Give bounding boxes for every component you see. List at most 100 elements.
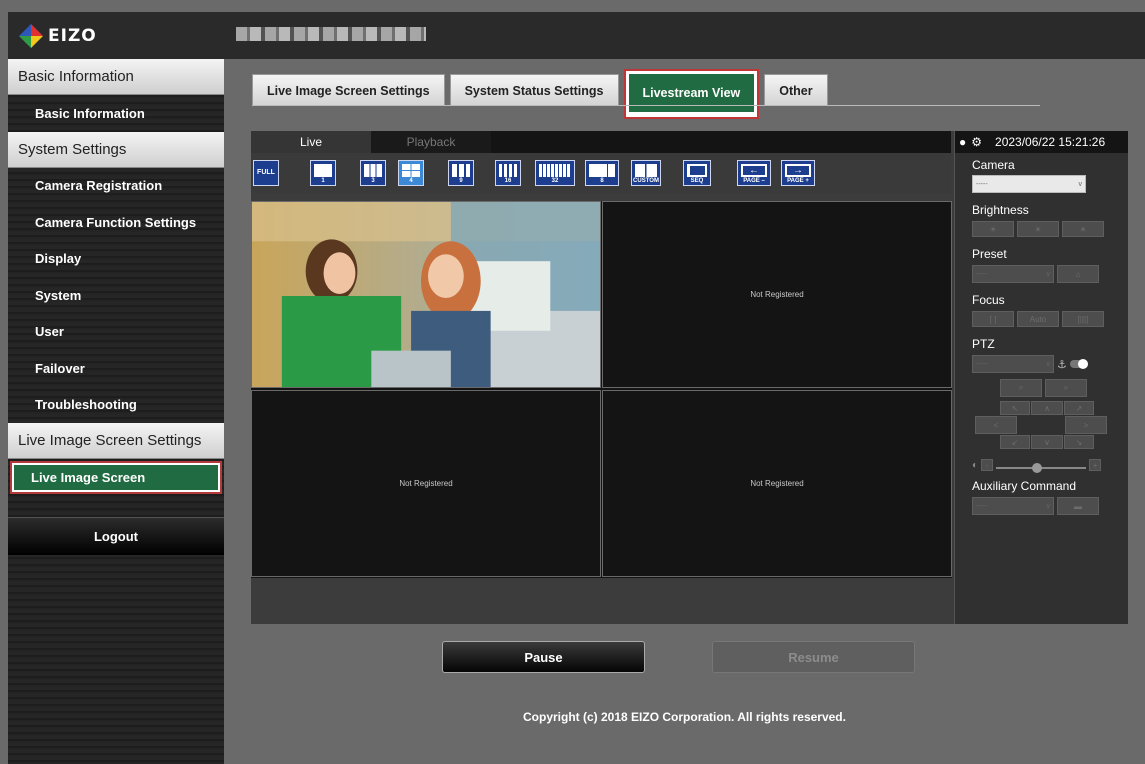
tab-system-status-settings[interactable]: System Status Settings [449, 74, 619, 106]
eizo-logo: EIZO [18, 21, 97, 51]
layout-toolbar: FULL 1 3 4 9 16 32 8 CUSTOM SEQ ← PAGE – … [251, 153, 951, 193]
speed-plus-icon[interactable]: + [1089, 459, 1102, 471]
page-prev-label: PAGE – [743, 178, 765, 184]
toggle-switch[interactable] [1069, 359, 1088, 369]
chevron-down-icon: v [1046, 502, 1051, 510]
logout-button[interactable]: Logout [8, 517, 224, 555]
tab-livestream-view[interactable]: Livestream View [623, 69, 760, 119]
layout-1-button[interactable]: 1 [310, 160, 336, 186]
sidebar: Basic Information Basic Information Syst… [8, 59, 224, 764]
aux-command-select[interactable]: ----- v [972, 497, 1054, 515]
sidebar-item-system[interactable]: System [8, 277, 224, 314]
chevron-down-icon: v [1046, 270, 1051, 278]
camera-select[interactable]: ----- v [972, 175, 1086, 193]
joystick-icon: ⚓ [1057, 358, 1067, 371]
speed-minus-icon[interactable]: - [981, 459, 994, 471]
pause-button[interactable]: Pause [442, 641, 645, 673]
layout-full-label: FULL [257, 169, 275, 176]
eizo-logo-icon [18, 23, 44, 49]
ptz-select-row: ----- v ⚓ [972, 355, 1128, 373]
video-cell-2[interactable]: Not Registered [602, 201, 952, 388]
zoom-in-icon[interactable]: ⌕ [1045, 379, 1087, 397]
toggle-knob [1077, 359, 1088, 369]
layout-3-label: 3 [371, 178, 375, 184]
zoom-controls: ⌕ ⌕ [1000, 379, 1128, 397]
user-icon[interactable]: ● [959, 135, 966, 149]
camera-label: Camera [972, 158, 1015, 172]
layout-8-button[interactable]: 8 [585, 160, 619, 186]
layout-4-icon [402, 164, 420, 177]
sidebar-item-troubleshooting[interactable]: Troubleshooting [8, 387, 224, 424]
tab-live[interactable]: Live [251, 131, 371, 153]
sidebar-item-camera-registration[interactable]: Camera Registration [8, 168, 224, 205]
preset-label: Preset [972, 247, 1007, 261]
brightness-down-icon[interactable]: ☀ [972, 221, 1014, 237]
arrow-right-icon: → [785, 164, 811, 177]
datetime: 2023/06/22 15:21:26 [995, 135, 1106, 149]
ptz-down-icon[interactable]: ∨ [1031, 435, 1063, 449]
page-next-button[interactable]: → PAGE + [781, 160, 815, 186]
layout-4-label: 4 [409, 178, 413, 184]
chevron-down-icon: v [1078, 180, 1083, 188]
layout-3-icon [364, 164, 382, 177]
layout-32-button[interactable]: 32 [535, 160, 575, 186]
preset-select[interactable]: ----- v [972, 265, 1054, 283]
focus-near-icon[interactable]: [ ] [972, 311, 1014, 327]
camera-select-value: ----- [976, 180, 988, 188]
focus-far-icon[interactable]: [|||] [1062, 311, 1104, 327]
page-prev-button[interactable]: ← PAGE – [737, 160, 771, 186]
ptz-down-left-icon[interactable]: ↙ [1000, 435, 1030, 449]
ptz-left-icon[interactable]: < [975, 416, 1017, 434]
sidebar-item-camera-function-settings[interactable]: Camera Function Settings [8, 204, 224, 241]
sequence-button[interactable]: SEQ [683, 160, 711, 186]
aux-command-controls: ----- v ▬ [972, 497, 1128, 515]
focus-auto-button[interactable]: Auto [1017, 311, 1059, 327]
layout-custom-icon [635, 164, 657, 177]
sidebar-item-live-image-screen[interactable]: Live Image Screen [10, 460, 222, 494]
joystick-toggle[interactable]: ⚓ [1057, 355, 1099, 373]
brightness-label: Brightness [972, 203, 1029, 217]
layout-16-button[interactable]: 16 [495, 160, 521, 186]
layout-full-button[interactable]: FULL [253, 160, 279, 186]
tab-divider [252, 105, 1040, 106]
layout-9-button[interactable]: 9 [448, 160, 474, 186]
tab-playback[interactable]: Playback [371, 131, 491, 153]
layout-1-label: 1 [321, 178, 325, 184]
ptz-up-right-icon[interactable]: ↗ [1064, 401, 1094, 415]
focus-controls: [ ] Auto [|||] [972, 311, 1128, 327]
sidebar-item-display[interactable]: Display [8, 241, 224, 278]
ptz-up-icon[interactable]: ∧ [1031, 401, 1063, 415]
ptz-right-icon[interactable]: > [1065, 416, 1107, 434]
sidebar-item-user[interactable]: User [8, 314, 224, 351]
ptz-down-right-icon[interactable]: ↘ [1064, 435, 1094, 449]
copyright: Copyright (c) 2018 EIZO Corporation. All… [523, 710, 846, 724]
layout-custom-button[interactable]: CUSTOM [631, 160, 661, 186]
chevron-down-icon: v [1046, 360, 1051, 368]
video-cell-1[interactable] [251, 201, 601, 388]
brightness-reset-icon[interactable]: ☀ [1017, 221, 1059, 237]
speed-slider-handle[interactable] [1032, 462, 1043, 473]
tab-live-image-screen-settings[interactable]: Live Image Screen Settings [252, 74, 445, 106]
send-command-icon[interactable]: ▬ [1057, 497, 1099, 515]
sidebar-item-live-image-screen-wrap: Live Image Screen [8, 459, 224, 495]
control-panel: ● ⚙ 2023/06/22 15:21:26 Camera ----- v Br… [954, 131, 1128, 624]
brightness-up-icon[interactable]: ☀ [1062, 221, 1104, 237]
layout-4-button[interactable]: 4 [398, 160, 424, 186]
sidebar-item-basic-information[interactable]: Basic Information [8, 95, 224, 132]
preset-controls: ----- v ⌂ [972, 265, 1128, 283]
tab-livestream-view-label: Livestream View [628, 74, 755, 112]
speed-slider[interactable] [996, 462, 1087, 473]
video-cell-3[interactable]: Not Registered [251, 390, 601, 577]
gear-icon[interactable]: ⚙ [971, 135, 982, 149]
video-cell-4[interactable]: Not Registered [602, 390, 952, 577]
zoom-out-icon[interactable]: ⌕ [1000, 379, 1042, 397]
home-icon[interactable]: ⌂ [1057, 265, 1099, 283]
sidebar-item-failover[interactable]: Failover [8, 350, 224, 387]
sequence-icon [687, 164, 707, 177]
tab-other[interactable]: Other [764, 74, 828, 106]
ptz-up-left-icon[interactable]: ↖ [1000, 401, 1030, 415]
resume-button[interactable]: Resume [712, 641, 915, 673]
ptz-label: PTZ [972, 337, 995, 351]
ptz-select[interactable]: ----- v [972, 355, 1054, 373]
layout-3-button[interactable]: 3 [360, 160, 386, 186]
